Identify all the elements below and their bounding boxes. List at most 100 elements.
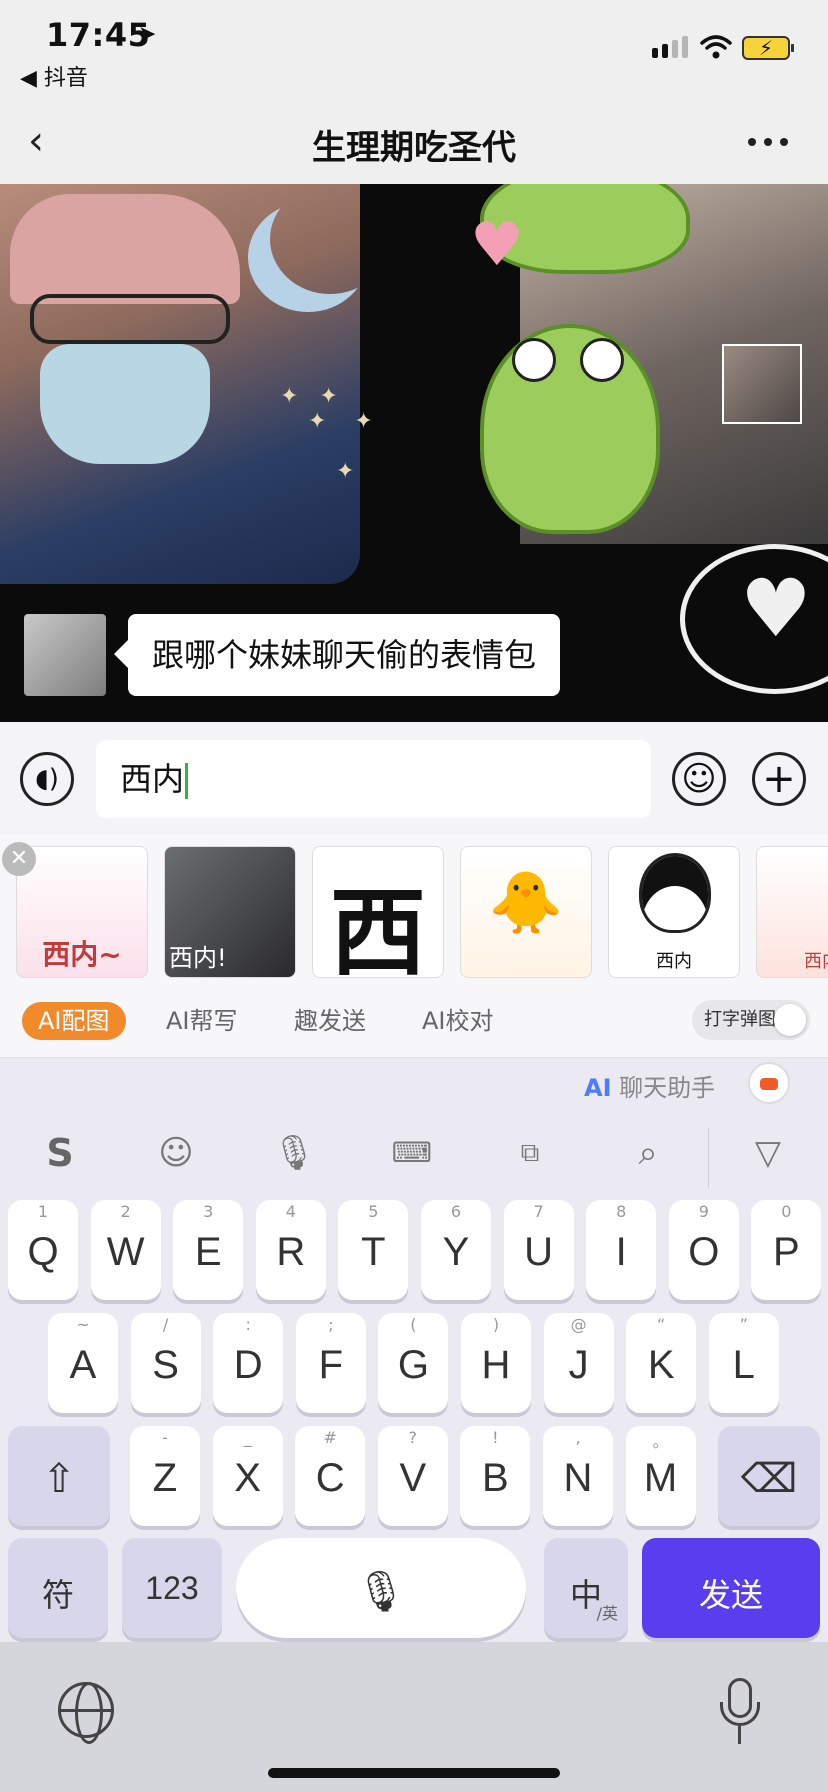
key-k[interactable]: “K <box>626 1313 697 1413</box>
globe-icon[interactable] <box>58 1682 114 1744</box>
home-indicator[interactable] <box>268 1768 560 1778</box>
sticker-caption: 西内 <box>656 951 692 972</box>
key-z[interactable]: -Z <box>130 1426 200 1526</box>
cellular-signal-icon <box>652 36 688 58</box>
key-secondary-label: ! <box>492 1428 499 1447</box>
key-a[interactable]: ~ A <box>48 1313 118 1413</box>
frog-sticker-bottom <box>480 324 660 534</box>
back-to-app-link[interactable]: ◀ 抖音 <box>20 60 88 92</box>
close-suggestions-icon[interactable]: ✕ <box>2 842 36 876</box>
key-d[interactable]: :D <box>213 1313 284 1413</box>
glasses-shape <box>30 294 230 344</box>
key-secondary-label: - <box>162 1428 168 1447</box>
key-c[interactable]: # C <box>295 1426 366 1526</box>
sticker-suggestion[interactable]: 西内! <box>164 846 296 978</box>
sticker-suggestion[interactable]: 🐥 <box>460 846 592 978</box>
sogou-logo-icon[interactable]: S <box>30 1128 90 1178</box>
tab-ai-proofread[interactable]: AI校对 <box>422 1002 494 1040</box>
sticker-suggestion[interactable]: 西内 <box>756 846 828 978</box>
key-v[interactable]: ? V <box>377 1426 448 1526</box>
microphone-icon[interactable]: 🎙 <box>264 1128 324 1178</box>
key-e[interactable]: 3E <box>173 1200 244 1300</box>
key-w[interactable]: 2W <box>90 1200 161 1300</box>
key-r[interactable]: 4R <box>255 1200 326 1300</box>
search-icon[interactable]: ⌕ <box>618 1128 678 1178</box>
symbol-key[interactable]: 符 <box>8 1538 108 1638</box>
dictation-microphone-icon[interactable] <box>720 1678 760 1748</box>
language-switch-key[interactable]: 中/英 <box>544 1538 628 1638</box>
key-label: X <box>234 1456 261 1500</box>
chat-title: 生理期吃圣代 <box>312 128 516 168</box>
keyboard: AI 聊天助手 S ☺ 🎙 ⌨ ⧉ ⌕ ▽ 1Q2W3E4R5T6Y7U8I9O… <box>0 1058 828 1642</box>
sticker-suggestion[interactable]: 西内~ <box>16 846 148 978</box>
send-key[interactable]: 发送 <box>642 1538 820 1638</box>
number-key[interactable]: 123 <box>122 1538 222 1638</box>
key-label: G <box>397 1343 429 1387</box>
key-label: ⌫ <box>740 1457 798 1501</box>
shift-key[interactable]: ⇧ <box>8 1426 110 1526</box>
key-secondary-label: “ <box>657 1315 666 1334</box>
key-label: ⇧ <box>42 1457 76 1501</box>
sticker-caption: 西内 <box>804 951 828 972</box>
key-m[interactable]: 。 M <box>625 1426 696 1526</box>
sticker-suggestion[interactable]: 西 <box>312 846 444 978</box>
key-secondary-label: 8 <box>616 1202 627 1221</box>
key-secondary-label: 1 <box>37 1202 49 1221</box>
key-secondary-label: 7 <box>533 1202 544 1221</box>
typing-popup-toggle[interactable]: 打字弹图 <box>692 1000 810 1040</box>
key-n[interactable]: ,N <box>543 1426 613 1526</box>
key-p[interactable]: 0P <box>751 1200 822 1300</box>
key-u[interactable]: 7U <box>503 1200 574 1300</box>
chicken-sticker-art: 🐥 <box>488 868 564 938</box>
tab-ai-image[interactable]: AI配图 <box>22 1002 126 1040</box>
sticker-suggestion[interactable]: 西内 <box>608 846 740 978</box>
key-secondary-label: ? <box>408 1428 418 1447</box>
location-arrow-icon: ➤ <box>138 22 157 47</box>
wifi-icon <box>700 35 732 59</box>
emoji-face-icon[interactable]: ☺ <box>146 1128 206 1178</box>
key-o[interactable]: 9O <box>668 1200 739 1300</box>
key-i[interactable]: 8I <box>586 1200 657 1300</box>
key-y[interactable]: 6Y <box>421 1200 491 1300</box>
key-b[interactable]: ! B <box>460 1426 531 1526</box>
key-label: 123 <box>145 1570 199 1606</box>
more-options-icon[interactable] <box>748 138 788 146</box>
key-l[interactable]: ” L <box>708 1313 779 1413</box>
emoji-button[interactable]: ☺ <box>672 752 726 806</box>
tab-ai-write[interactable]: AI帮写 <box>166 1002 238 1040</box>
chat-background: ✦ ✦ ✦ ✦ ✦ ♥ ♥ 跟哪个妹妹聊天偷的表情包 <box>0 184 828 722</box>
voice-input-button[interactable]: ◖) <box>20 752 74 806</box>
chat-assistant-label[interactable]: AI 聊天助手 <box>584 1068 715 1103</box>
key-s[interactable]: / S <box>130 1313 201 1413</box>
key-f[interactable]: ; F <box>295 1313 366 1413</box>
key-t[interactable]: 5T <box>338 1200 409 1300</box>
more-actions-button[interactable]: + <box>752 752 806 806</box>
space-key[interactable]: 🎙 <box>236 1538 526 1638</box>
key-h[interactable]: ) H <box>461 1313 531 1413</box>
toggle-knob <box>774 1004 806 1036</box>
sticker-caption: 西内~ <box>42 938 122 971</box>
face-mask-shape <box>40 344 210 464</box>
key-secondary-label: # <box>323 1428 337 1447</box>
key-secondary-label: @ <box>570 1315 587 1334</box>
key-secondary-label: _ <box>243 1428 252 1447</box>
translate-icon[interactable]: ⧉ <box>500 1128 560 1178</box>
key-label: S <box>152 1343 179 1387</box>
assistant-robot-icon[interactable] <box>748 1062 790 1104</box>
key-g[interactable]: (G <box>378 1313 449 1413</box>
tab-fun-send[interactable]: 趣发送 <box>294 1002 366 1040</box>
ai-feature-tabs: AI配图 AI帮写 趣发送 AI校对 打字弹图 <box>0 984 828 1058</box>
keyboard-icon[interactable]: ⌨ <box>382 1128 442 1178</box>
message-input[interactable]: 西内 <box>96 740 651 818</box>
key-label: C <box>315 1456 345 1500</box>
key-j[interactable]: @ J <box>543 1313 614 1413</box>
sender-avatar[interactable] <box>24 614 106 696</box>
key-label: R <box>276 1230 306 1274</box>
message-bubble[interactable]: 跟哪个妹妹聊天偷的表情包 <box>113 614 561 696</box>
assistant-text: 聊天助手 <box>619 1074 716 1102</box>
key-label: Z <box>152 1456 178 1500</box>
key-q[interactable]: 1Q <box>8 1200 78 1300</box>
key-x[interactable]: _ X <box>212 1426 283 1526</box>
backspace-key[interactable]: ⌫ <box>718 1426 820 1526</box>
collapse-keyboard-icon[interactable]: ▽ <box>738 1128 798 1178</box>
